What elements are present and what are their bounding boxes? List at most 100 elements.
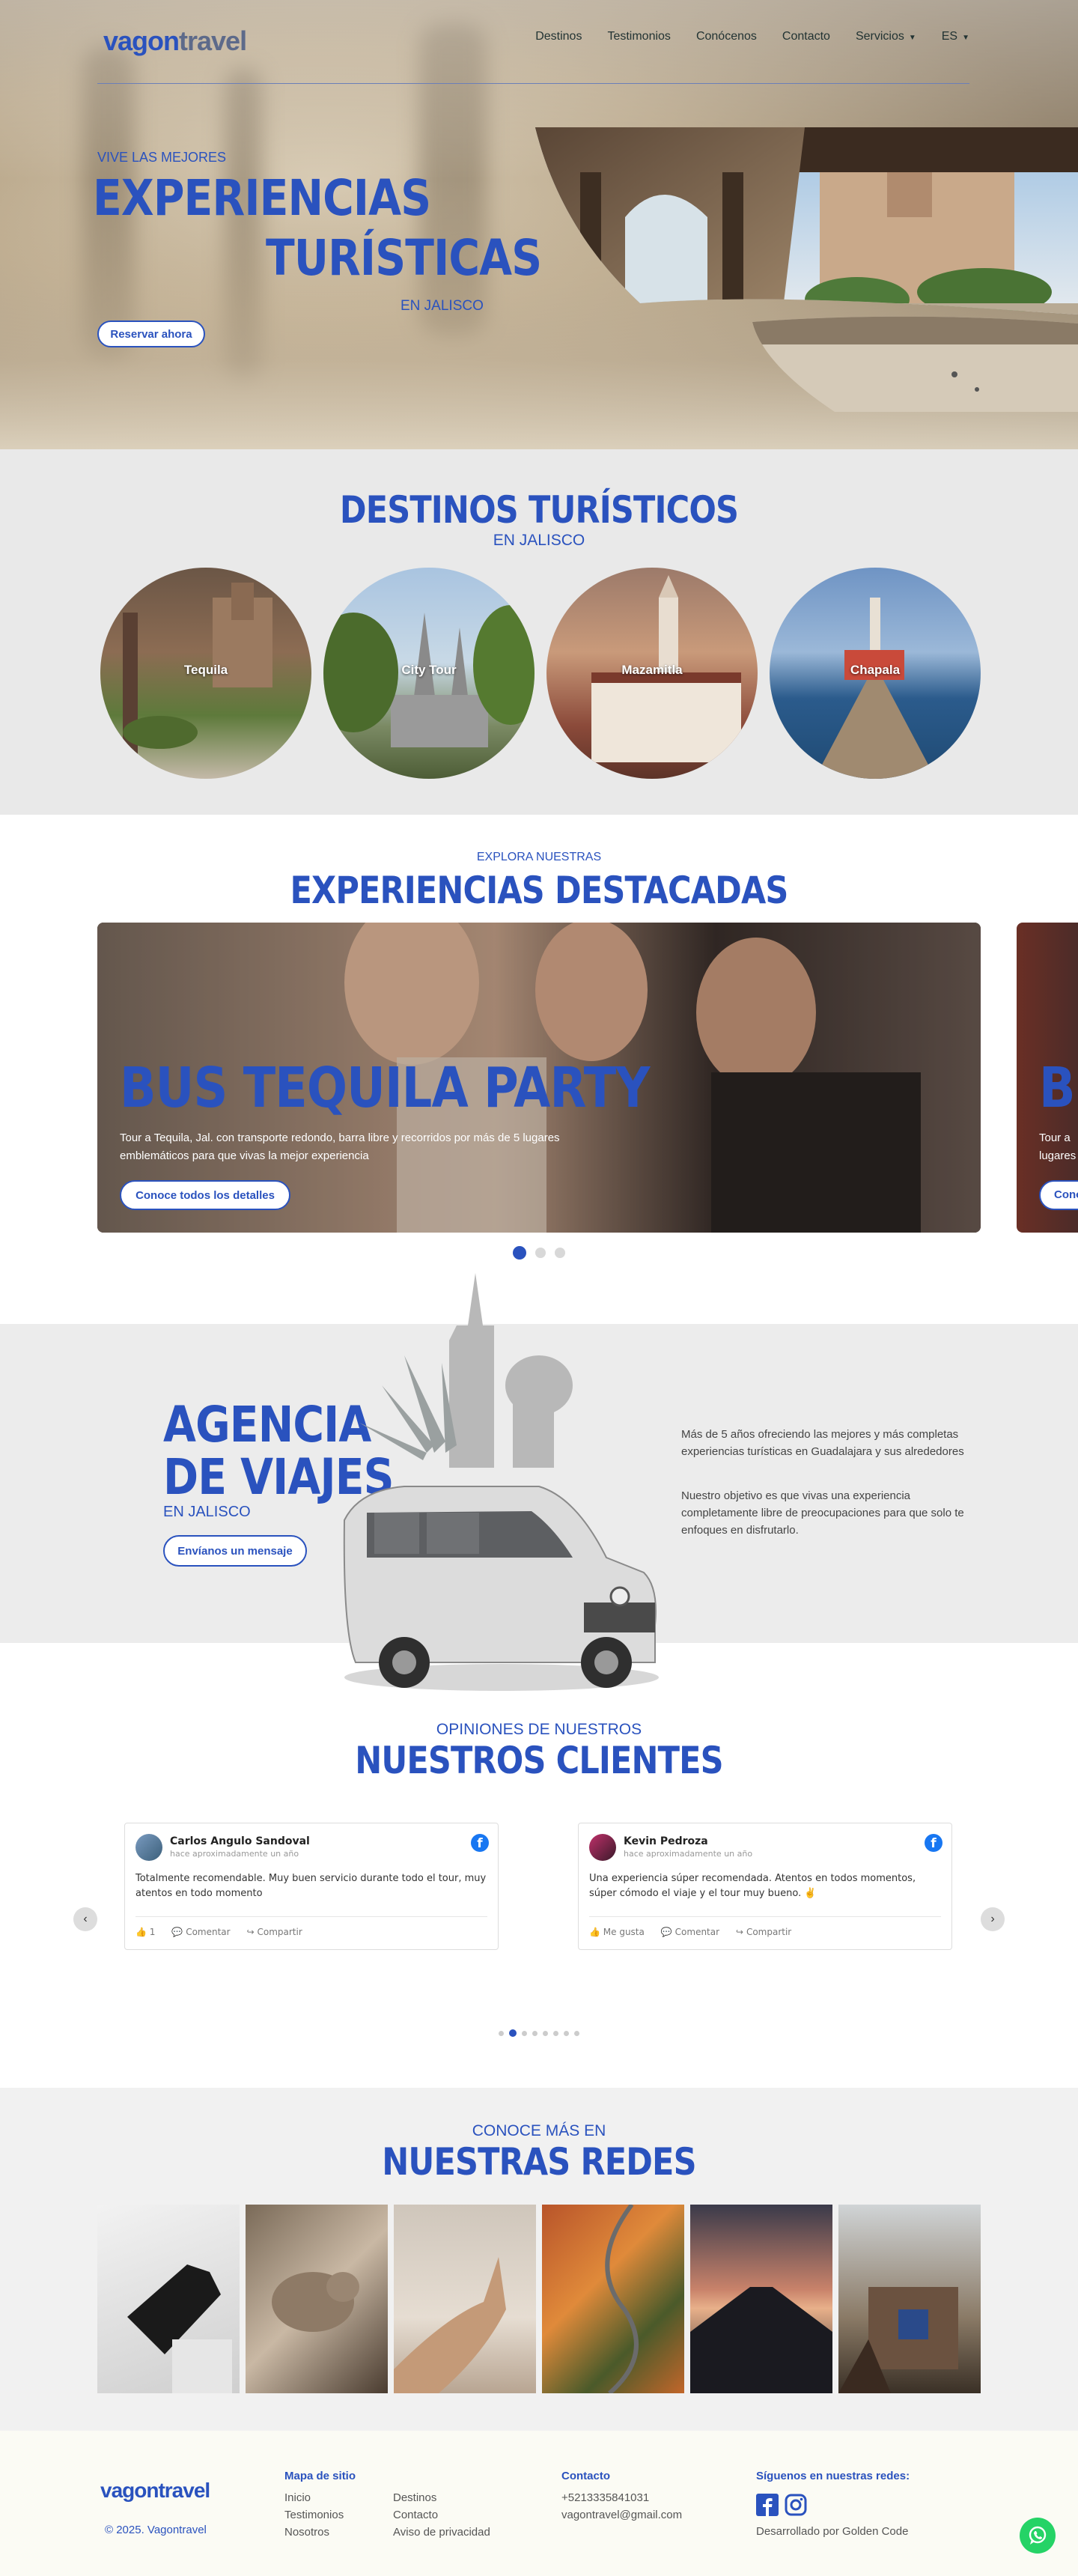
reviews-prev-button[interactable]: ‹ — [73, 1907, 97, 1931]
like-button[interactable]: 👍 1 — [135, 1927, 155, 1937]
experience-slide: BUS TEQUILA PARTY Tour a Tequila, Jal. c… — [97, 923, 981, 1233]
review-time: hace aproximadamente un año — [624, 1849, 753, 1859]
carousel-dot[interactable] — [564, 2030, 569, 2036]
van-cathedral-illustration — [343, 1273, 659, 1691]
nav-destinos[interactable]: Destinos — [535, 30, 582, 43]
language-dropdown[interactable]: ES ▼ — [942, 30, 969, 43]
logo[interactable]: vagontravel — [103, 25, 247, 57]
hero-title-line1: EXPERIENCIAS — [93, 169, 431, 227]
destino-city-tour[interactable]: City Tour — [323, 568, 535, 779]
social-photo[interactable] — [542, 2205, 684, 2393]
whatsapp-button[interactable] — [1020, 2518, 1056, 2554]
share-button[interactable]: ↪ Compartir — [736, 1927, 791, 1937]
comment-button[interactable]: 💬 Comentar — [661, 1927, 719, 1937]
review-card: Kevin Pedroza hace aproximadamente un añ… — [578, 1823, 952, 1950]
divider — [135, 1916, 487, 1917]
reviews-next-button[interactable]: › — [981, 1907, 1005, 1931]
carousel-dot[interactable] — [522, 2030, 527, 2036]
nav-conocenos[interactable]: Conócenos — [696, 30, 757, 43]
social-photo[interactable] — [838, 2205, 981, 2393]
sitemap-col1: Inicio Testimonios Nosotros — [284, 2489, 344, 2541]
slide-details-button[interactable]: Conoc — [1039, 1180, 1078, 1210]
navbar: vagontravel Destinos Testimonios Conócen… — [97, 0, 969, 84]
review-actions: 👍 Me gusta 💬 Comentar ↪ Compartir — [589, 1927, 791, 1937]
thumbs-up-icon: 👍 — [135, 1927, 147, 1937]
sitemap-col2: Destinos Contacto Aviso de privacidad — [393, 2489, 490, 2541]
social-heading: Síguenos en nuestras redes: — [756, 2470, 910, 2482]
destino-mazamitla[interactable]: Mazamitla — [546, 568, 758, 779]
carousel-dot[interactable] — [574, 2030, 579, 2036]
developer-credit: Desarrollado por Golden Code — [756, 2525, 909, 2538]
thumbs-up-icon: 👍 — [589, 1927, 600, 1937]
carousel-dot[interactable] — [543, 2030, 548, 2036]
agencia-paragraph: Más de 5 años ofreciendo las mejores y m… — [681, 1428, 964, 1458]
destinos-subtitle: EN JALISCO — [493, 532, 585, 549]
destino-label: Chapala — [850, 663, 901, 677]
carousel-dot[interactable] — [509, 2029, 517, 2037]
nav-testimonios[interactable]: Testimonios — [607, 30, 670, 43]
nav-servicios-dropdown[interactable]: Servicios ▼ — [856, 30, 916, 43]
cat-image — [272, 2272, 359, 2332]
destino-tequila[interactable]: Tequila — [100, 568, 311, 779]
footer-logo[interactable]: vagontravel — [100, 2479, 210, 2503]
like-button[interactable]: 👍 Me gusta — [589, 1927, 645, 1937]
caret-down-icon: ▼ — [908, 34, 916, 42]
footer-link-inicio[interactable]: Inicio — [284, 2491, 311, 2504]
social-photo[interactable] — [97, 2205, 240, 2393]
share-icon: ↪ — [246, 1927, 255, 1937]
review-actions: 👍 1 💬 Comentar ↪ Compartir — [135, 1927, 302, 1937]
destino-label: Mazamitla — [621, 663, 683, 677]
send-message-button[interactable]: Envíanos un mensaje — [163, 1535, 307, 1567]
hero-subtitle: EN JALISCO — [401, 298, 484, 314]
avatar — [135, 1834, 162, 1861]
destinos-section: DESTINOS TURÍSTICOS EN JALISCO Tequila C… — [0, 449, 1078, 815]
instagram-icon[interactable] — [785, 2494, 807, 2516]
social-photo[interactable] — [690, 2205, 832, 2393]
contact-info: +5213335841031 vagontravel@gmail.com — [561, 2489, 682, 2524]
footer-link-testimonios[interactable]: Testimonios — [284, 2509, 344, 2521]
reservar-button[interactable]: Reservar ahora — [97, 321, 205, 347]
social-links — [756, 2494, 807, 2516]
hand-image — [394, 2257, 506, 2393]
footer-link-aviso[interactable]: Aviso de privacidad — [393, 2526, 490, 2539]
carousel-dot[interactable] — [513, 1246, 526, 1260]
social-photo[interactable] — [246, 2205, 388, 2393]
contact-phone[interactable]: +5213335841031 — [561, 2491, 649, 2504]
comment-button[interactable]: 💬 Comentar — [171, 1927, 230, 1937]
destino-label: Tequila — [183, 663, 228, 677]
agencia-subtitle: EN JALISCO — [163, 1504, 251, 1520]
comment-icon: 💬 — [171, 1927, 183, 1937]
footer-link-destinos[interactable]: Destinos — [393, 2491, 436, 2504]
carousel-dot[interactable] — [555, 1248, 565, 1258]
review-text: Totalmente recomendable. Muy buen servic… — [135, 1873, 487, 1899]
footer-link-nosotros[interactable]: Nosotros — [284, 2526, 329, 2539]
facebook-icon[interactable]: f — [471, 1834, 489, 1852]
share-button[interactable]: ↪ Compartir — [247, 1927, 302, 1937]
carousel-dot[interactable] — [532, 2030, 538, 2036]
experience-slide-next[interactable]: BU Tour alugares Conoc — [1017, 923, 1078, 1233]
contact-email[interactable]: vagontravel@gmail.com — [561, 2509, 682, 2521]
social-photo[interactable] — [394, 2205, 536, 2393]
carousel-dot[interactable] — [535, 1248, 546, 1258]
opiniones-title: NUESTROS CLIENTES — [355, 1739, 723, 1782]
experiencias-title: EXPERIENCIAS DESTACADAS — [290, 869, 789, 912]
carousel-dot[interactable] — [553, 2030, 558, 2036]
redes-section: CONOCE MÁS EN NUESTRAS REDES — [0, 2088, 1078, 2431]
carousel-dot[interactable] — [499, 2030, 504, 2036]
facebook-icon[interactable] — [756, 2494, 779, 2516]
copyright: © 2025. Vagontravel — [105, 2524, 207, 2536]
avatar — [589, 1834, 616, 1861]
agencia-paragraph: Nuestro objetivo es que vivas una experi… — [681, 1489, 964, 1537]
facebook-icon[interactable]: f — [925, 1834, 943, 1852]
reviewer-name: Kevin Pedroza — [624, 1835, 708, 1847]
carousel-dots — [0, 1246, 1078, 1260]
slide-details-button[interactable]: Conoce todos los detalles — [120, 1180, 290, 1210]
review-text: Una experiencia súper recomendada. Atent… — [589, 1873, 916, 1899]
opiniones-kicker: OPINIONES DE NUESTROS — [436, 1721, 642, 1738]
divider — [589, 1916, 941, 1917]
nav-contacto[interactable]: Contacto — [782, 30, 830, 43]
destino-chapala[interactable]: Chapala — [770, 568, 981, 779]
footer-link-contacto[interactable]: Contacto — [393, 2509, 438, 2521]
footer: vagontravel © 2025. Vagontravel Mapa de … — [0, 2431, 1078, 2576]
destinos-title: DESTINOS TURÍSTICOS — [339, 488, 739, 532]
